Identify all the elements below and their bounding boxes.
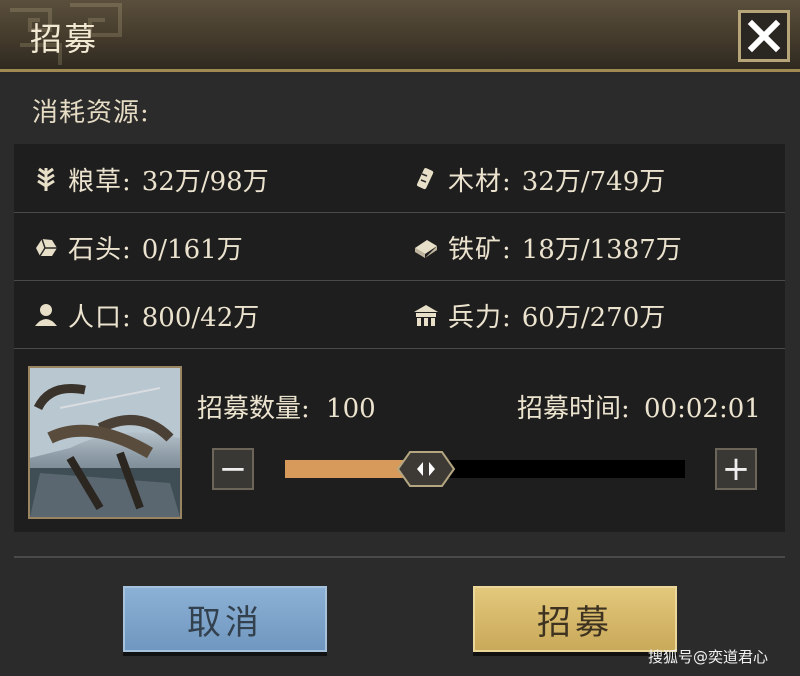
recruit-time-value: 00:02:01 (644, 394, 761, 424)
recruit-count: 招募数量: 100 (197, 388, 376, 425)
footer-divider (14, 556, 785, 558)
resource-population: 人口: 800/42万 (32, 295, 259, 335)
recruit-count-value: 100 (326, 394, 376, 424)
resource-value: 32万/98万 (141, 166, 269, 197)
stone-icon (32, 233, 60, 261)
resource-label: 粮草: (68, 166, 132, 197)
close-button[interactable] (738, 10, 790, 62)
resource-troops: 兵力: 60万/270万 (412, 295, 665, 335)
recruit-time: 招募时间: 00:02:01 (517, 388, 761, 425)
resource-value: 800/42万 (141, 302, 260, 333)
unit-portrait-ballista (28, 366, 182, 519)
recruit-slider-fill (285, 460, 405, 478)
watermark: 搜狐号@奕道君心 (648, 648, 769, 666)
resource-value: 60万/270万 (521, 302, 666, 333)
iron-icon (412, 233, 440, 261)
resource-value: 18万/1387万 (521, 234, 682, 265)
recruit-button[interactable]: 招募 (473, 586, 677, 652)
resource-wood: 木材: 32万/749万 (412, 159, 665, 199)
increase-button[interactable]: + (715, 448, 757, 490)
cancel-button[interactable]: 取消 (123, 586, 327, 652)
resource-label: 铁矿: (448, 234, 512, 265)
resource-value: 0/161万 (141, 234, 243, 265)
resource-iron: 铁矿: 18万/1387万 (412, 227, 682, 267)
resource-cost-heading: 消耗资源: (32, 98, 150, 128)
resource-label: 石头: (68, 234, 132, 265)
title-bar: 招募 (0, 0, 800, 72)
recruit-slider-track[interactable] (285, 460, 685, 478)
row-divider (14, 212, 785, 213)
recruit-count-label: 招募数量: (197, 394, 310, 424)
wheat-icon (32, 165, 60, 193)
recruit-time-label: 招募时间: (517, 394, 630, 424)
resource-label: 兵力: (448, 302, 512, 333)
resource-label: 木材: (448, 166, 512, 197)
resource-value: 32万/749万 (521, 166, 666, 197)
resource-food: 粮草: 32万/98万 (32, 159, 269, 199)
slider-handle-icon[interactable] (396, 450, 456, 488)
wood-icon (412, 165, 440, 193)
resource-stone: 石头: 0/161万 (32, 227, 243, 267)
window-title: 招募 (30, 20, 99, 58)
row-divider (14, 348, 785, 349)
close-icon (747, 19, 781, 53)
resource-label: 人口: (68, 302, 132, 333)
barracks-icon (412, 301, 440, 329)
person-icon (32, 301, 60, 329)
row-divider (14, 280, 785, 281)
decrease-button[interactable]: − (212, 448, 254, 490)
